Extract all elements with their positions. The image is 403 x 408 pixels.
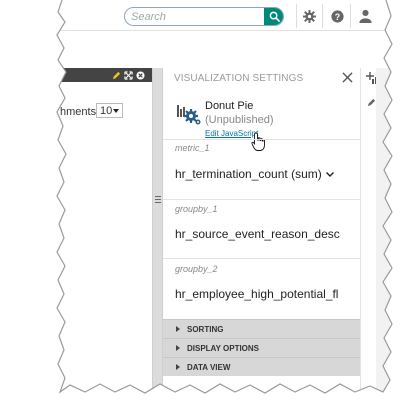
search-box — [124, 7, 284, 26]
data-view-section[interactable]: DATA VIEW — [163, 357, 360, 376]
caret-down-icon — [113, 108, 119, 113]
gear-icon — [302, 9, 316, 23]
groupby-2-select[interactable]: hr_employee_high_potential_fl — [175, 287, 355, 301]
display-options-section[interactable]: DISPLAY OPTIONS — [163, 338, 360, 357]
metric-1-value: hr_termination_count (sum) — [175, 167, 322, 181]
panel-title: VISUALIZATION SETTINGS — [174, 73, 304, 84]
drag-handle-icon — [155, 196, 161, 205]
top-bar: ? — [60, 0, 390, 31]
rows-per-page-label: hments — [60, 106, 97, 118]
help-icon: ? — [330, 9, 344, 23]
data-view-section-label: DATA VIEW — [187, 362, 231, 372]
topbar-divider — [296, 4, 297, 28]
caret-right-icon — [176, 326, 180, 332]
hand-cursor-icon — [251, 132, 265, 151]
user-button[interactable] — [356, 7, 374, 25]
pencil-icon[interactable] — [112, 71, 121, 80]
user-icon — [358, 9, 372, 23]
groupby-1-select[interactable]: hr_source_event_reason_desc — [175, 227, 355, 241]
sorting-section-label: SORTING — [187, 324, 224, 334]
panel-divider — [163, 199, 360, 200]
panel-splitter[interactable] — [152, 68, 163, 398]
topbar-divider — [350, 4, 351, 28]
rows-per-page-value: 10 — [100, 104, 113, 117]
metric-1-select[interactable]: hr_termination_count (sum) — [175, 167, 355, 181]
pencil-icon[interactable] — [367, 98, 376, 107]
rows-per-page-select[interactable]: 10 — [96, 103, 123, 118]
expand-icon[interactable] — [124, 71, 133, 80]
groupby-2-label: groupby_2 — [175, 264, 218, 274]
close-icon — [341, 71, 353, 83]
close-panel-button[interactable] — [339, 69, 355, 85]
svg-text:?: ? — [334, 11, 339, 21]
search-icon — [269, 11, 280, 22]
search-button[interactable] — [264, 8, 283, 25]
sorting-section[interactable]: SORTING — [163, 319, 360, 338]
caret-right-icon — [176, 345, 180, 351]
settings-button[interactable] — [300, 7, 318, 25]
metric-1-label: metric_1 — [175, 143, 210, 153]
help-button[interactable]: ? — [328, 7, 346, 25]
topbar-divider — [322, 4, 323, 28]
groupby-1-label: groupby_1 — [175, 204, 218, 214]
screenshot-canvas: ? hments 10 VISUALIZATIO — [0, 0, 403, 408]
visualization-name: Donut Pie — [205, 100, 254, 112]
visualization-settings-panel: VISUALIZATION SETTINGS Donut Pie (Unpubl… — [163, 68, 360, 398]
search-input[interactable] — [131, 8, 261, 25]
visualization-status: (Unpublished) — [205, 114, 274, 126]
panel-divider — [163, 258, 360, 259]
chevron-down-icon — [325, 172, 334, 178]
display-options-section-label: DISPLAY OPTIONS — [187, 343, 260, 353]
panel-divider — [163, 139, 360, 140]
page-scrollbar[interactable] — [376, 68, 390, 398]
close-circle-icon[interactable] — [136, 71, 145, 80]
visualization-gear-icon — [177, 105, 201, 125]
caret-right-icon — [176, 364, 180, 370]
widget-header-tools — [112, 71, 145, 80]
